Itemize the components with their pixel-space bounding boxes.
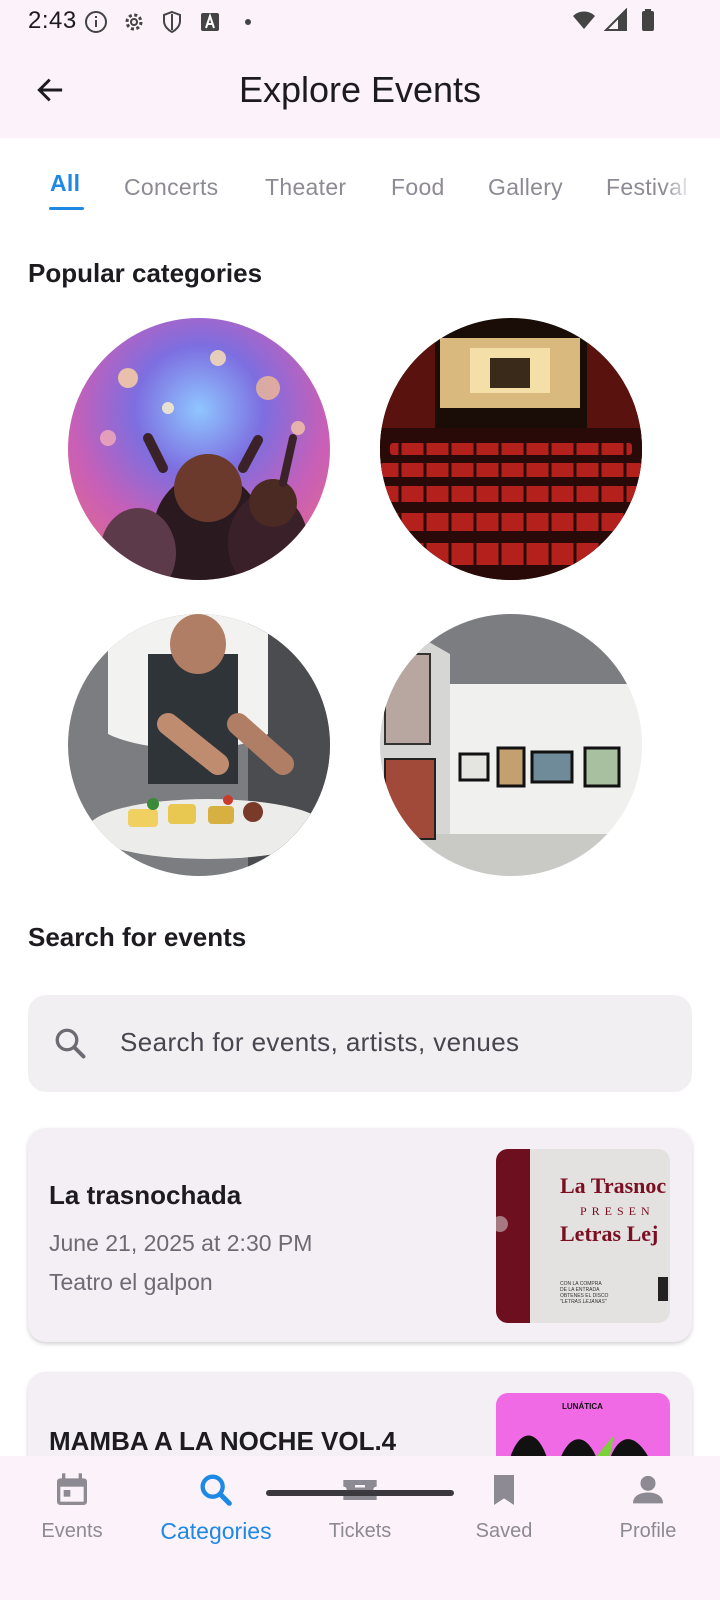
- status-system-icons: [572, 8, 660, 32]
- bottom-navigation: Events Categories Tickets Saved Profile: [0, 1456, 720, 1600]
- event-title: La trasnochada: [49, 1180, 242, 1210]
- search-icon: [55, 1028, 86, 1059]
- tab-gallery[interactable]: Gallery: [488, 174, 563, 201]
- nav-label: Categories: [160, 1518, 272, 1544]
- category-tabs: All Concerts Theater Food Gallery Festiv…: [0, 140, 694, 224]
- nav-label: Saved: [475, 1520, 533, 1542]
- tab-scroll-fade: [664, 140, 694, 224]
- event-poster-image: La Trasnoc PRESEN Letras Lej CON LA COMP…: [496, 1149, 670, 1323]
- status-bar: 2:43: [0, 0, 720, 42]
- status-time: 2:43: [28, 7, 77, 34]
- tab-indicator: [49, 207, 84, 210]
- shield-icon: [163, 10, 181, 34]
- nav-label: Tickets: [328, 1520, 392, 1542]
- poster-subtitle-text: Letras Lej: [560, 1221, 658, 1246]
- calendar-icon: [57, 1473, 87, 1505]
- app-bar: Explore Events: [0, 42, 720, 138]
- poster-title-text: La Trasnoc: [560, 1173, 666, 1198]
- nav-saved[interactable]: Saved: [432, 1456, 576, 1566]
- tab-food[interactable]: Food: [391, 174, 445, 201]
- tab-all[interactable]: All: [50, 170, 80, 197]
- chef-plating-illustration: [68, 614, 330, 876]
- event-date: June 21, 2025 at 2:30 PM: [49, 1230, 313, 1256]
- wifi-icon: [573, 11, 595, 29]
- nav-label: Events: [41, 1520, 103, 1542]
- battery-icon: [642, 9, 654, 31]
- font-a-icon: [201, 12, 219, 31]
- art-gallery-illustration: [380, 614, 642, 876]
- nav-profile[interactable]: Profile: [576, 1456, 720, 1566]
- search-input[interactable]: Search for events, artists, venues: [28, 995, 692, 1092]
- search-section-heading: Search for events: [28, 922, 247, 952]
- popular-categories-heading: Popular categories: [28, 258, 263, 288]
- signal-icon: [604, 8, 627, 31]
- screen: 2:43 Explore Events All Concerts Theater…: [0, 0, 720, 1600]
- info-icon: [85, 11, 107, 33]
- event-card[interactable]: La trasnochada June 21, 2025 at 2:30 PM …: [28, 1128, 692, 1342]
- dot-icon: [245, 19, 251, 25]
- search-placeholder: Search for events, artists, venues: [120, 1027, 520, 1057]
- nav-categories[interactable]: Categories: [144, 1456, 288, 1566]
- poster-presenta-text: PRESEN: [580, 1204, 655, 1218]
- nav-label: Profile: [619, 1520, 677, 1542]
- page-title: Explore Events: [238, 69, 482, 110]
- home-indicator[interactable]: [266, 1490, 454, 1496]
- tab-theater[interactable]: Theater: [265, 174, 346, 201]
- settings-gear-icon: [125, 13, 143, 31]
- bookmark-icon: [494, 1475, 514, 1505]
- category-concerts-image[interactable]: [68, 318, 330, 580]
- category-food-image[interactable]: [68, 614, 330, 876]
- category-theater-image[interactable]: [380, 318, 642, 580]
- person-icon: [633, 1475, 663, 1504]
- concert-crowd-illustration: [68, 318, 330, 580]
- nav-events[interactable]: Events: [0, 1456, 144, 1566]
- event-venue: Teatro el galpon: [49, 1269, 213, 1295]
- la-trasnochada-poster: La Trasnoc PRESEN Letras Lej CON LA COMP…: [496, 1149, 670, 1323]
- event-title: MAMBA A LA NOCHE VOL.4: [49, 1426, 397, 1456]
- status-notification-icons: [84, 10, 260, 34]
- search-icon: [200, 1474, 232, 1506]
- nav-tickets[interactable]: Tickets: [288, 1456, 432, 1566]
- poster-brand-text: LUNÁTICA: [562, 1402, 603, 1411]
- tab-concerts[interactable]: Concerts: [124, 174, 218, 201]
- theater-seats-illustration: [380, 318, 642, 580]
- poster-line-4: "LETRAS LEJANAS": [560, 1299, 607, 1305]
- category-gallery-image[interactable]: [380, 614, 642, 876]
